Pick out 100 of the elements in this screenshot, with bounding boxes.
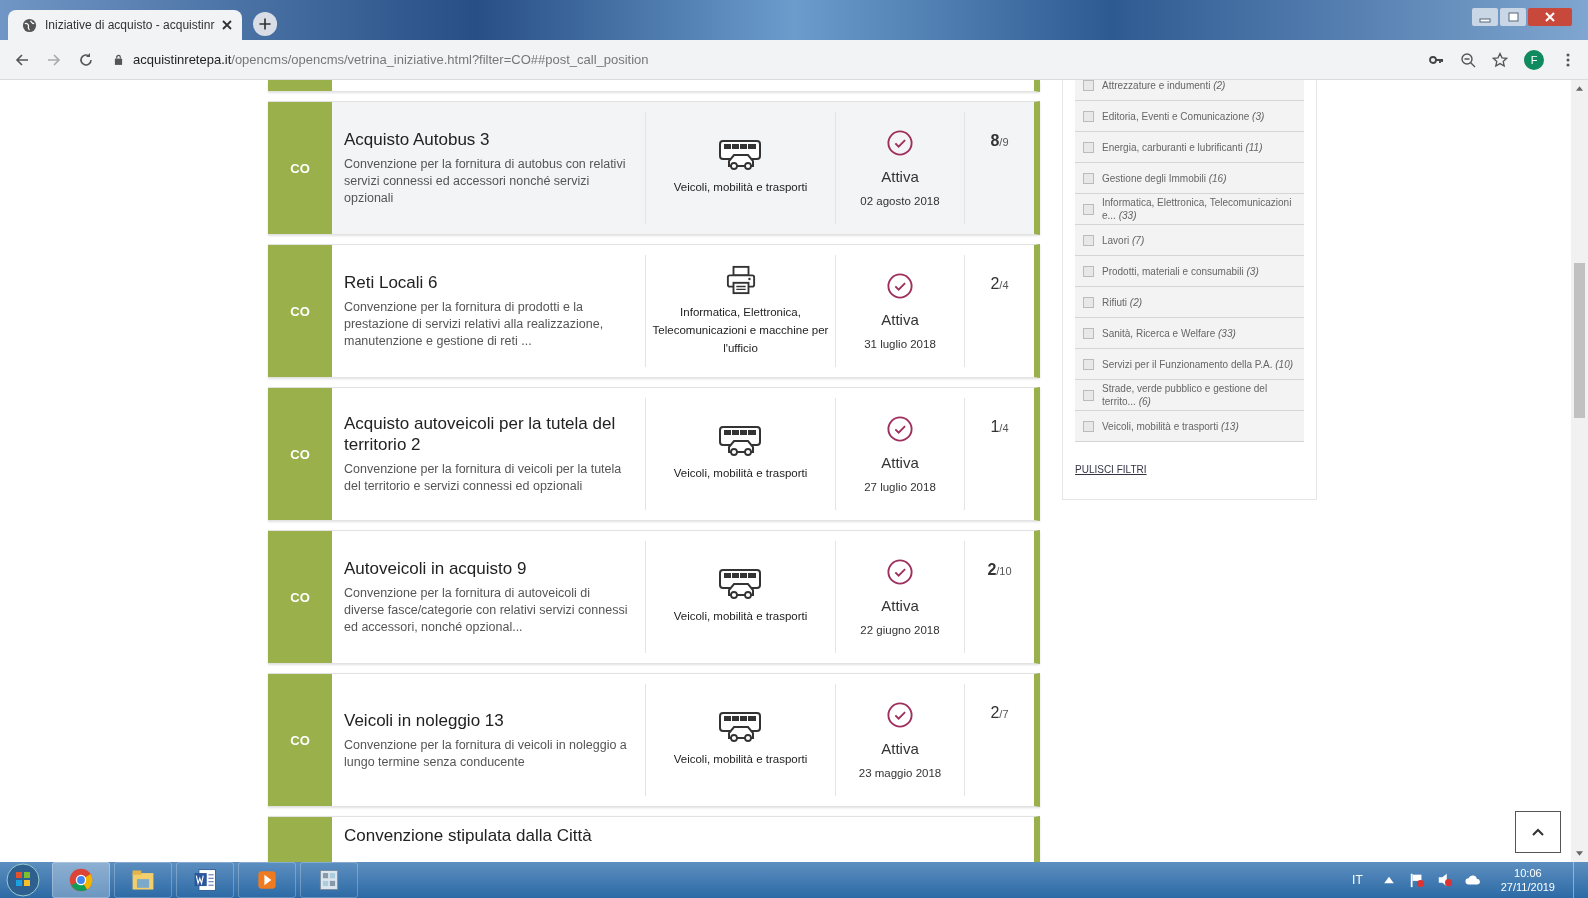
filter-label: Energia, carburanti e lubrificanti (11) <box>1102 140 1263 154</box>
initiative-card[interactable] <box>268 244 1040 378</box>
checkbox[interactable] <box>1083 172 1094 184</box>
bus-and-car-icon <box>718 712 763 742</box>
initiative-description: Convenzione per la fornitura di veicoli in noleggio a lungo termine senza conducente <box>344 736 628 771</box>
initiative-title[interactable]: Convenzione stipulata dalla Città <box>344 825 634 846</box>
round-app-icon <box>68 867 94 893</box>
filter-option[interactable]: Prodotti, materiali e consumabili (3) <box>1075 256 1304 287</box>
checkbox[interactable] <box>1083 110 1094 122</box>
bus-and-car-icon <box>718 569 763 599</box>
date-label: 02 agosto 2018 <box>860 194 940 207</box>
start-orb-icon[interactable] <box>6 863 40 897</box>
filter-option[interactable]: Energia, carburanti e lubrificanti (11) <box>1075 132 1304 163</box>
lot-count: 2/10 <box>987 561 1012 579</box>
time-label: 10:06 <box>1514 866 1542 880</box>
filter-option[interactable]: Lavori (7) <box>1075 225 1304 256</box>
folder-icon <box>130 867 156 893</box>
caret-up-icon <box>1532 828 1544 836</box>
checkbox[interactable] <box>1083 296 1094 308</box>
status-label: Attiva <box>881 453 919 471</box>
scroll-down-arrow-icon[interactable] <box>1576 851 1583 856</box>
profile-avatar[interactable]: F <box>1524 49 1544 70</box>
checkbox[interactable] <box>1083 141 1094 153</box>
filter-label: Editoria, Eventi e Comunicazione (3) <box>1102 109 1265 123</box>
url-text: acquistinretepa.it/opencms/opencms/vetrina_iniziative.html?filter=CO##post_call_position <box>133 52 649 67</box>
type-label: CO <box>268 102 332 234</box>
filter-option[interactable]: Servizi per il Funzionamento della P.A. (10) <box>1075 349 1304 380</box>
filter-label: Strade, verde pubblico e gestione del territo... (6) <box>1102 382 1269 408</box>
initiative-title[interactable]: Autoveicoli in acquisto 9 <box>344 558 633 579</box>
zoom-out-icon[interactable] <box>1460 51 1476 68</box>
status-label: Attiva <box>881 167 919 185</box>
date-label: 23 maggio 2018 <box>858 766 942 779</box>
restore-icon[interactable] <box>1500 8 1526 26</box>
filter-option[interactable]: Rifiuti (2) <box>1075 287 1304 318</box>
status-label: Attiva <box>881 596 919 614</box>
scrollbar[interactable] <box>1571 80 1588 862</box>
lot-count: 8/9 <box>990 132 1009 150</box>
forward-arrow-icon[interactable] <box>46 51 62 68</box>
initiative-description: Convenzione per la fornitura di veicoli per la tutela del territorio e servizi connessi ed opzionali <box>344 461 623 495</box>
clear-filters-link[interactable]: PULISCI FILTRI <box>1075 464 1147 475</box>
initiative-card[interactable]: CO Acquisto Autobus 3 Convenzione per la fornitura di autobus con relativi servizi connessi ed accessori nonché servizi opzionali Veicoli, mobilità e trasporti Attiva 02 agosto 2018 8/9 <box>268 101 1040 235</box>
new-tab-icon[interactable] <box>252 11 279 37</box>
category-label: Informatica, Elettronica, Telecomunicazioni e macchine per l'ufficio <box>652 305 829 356</box>
type-label: CO <box>268 245 332 377</box>
back-arrow-icon[interactable] <box>14 51 30 68</box>
lot-count: 2/7 <box>990 704 1009 722</box>
filter-option[interactable]: Attrezzature e indumenti (2) <box>1075 80 1304 101</box>
filter-option[interactable]: Sanità, Ricerca e Welfare (33) <box>1075 318 1304 349</box>
taskbar-app[interactable] <box>176 862 234 898</box>
checkbox[interactable] <box>1083 358 1094 370</box>
initiative-card[interactable] <box>268 530 1040 664</box>
taskbar-app[interactable] <box>238 862 296 898</box>
filter-label: Gestione degli Immobili (16) <box>1102 171 1227 185</box>
initiative-title[interactable]: Acquisto autoveicoli per la tutela del territorio 2 <box>344 413 633 455</box>
document-icon <box>192 867 218 893</box>
lock-icon <box>114 54 123 65</box>
type-label: CO <box>268 674 332 806</box>
initiative-title[interactable]: Reti Locali 6 <box>344 272 633 293</box>
checkbox[interactable] <box>1083 203 1094 215</box>
taskbar-app[interactable] <box>300 862 358 898</box>
filter-option[interactable]: Strade, verde pubblico e gestione del territo... (6) <box>1075 380 1304 411</box>
initiative-card[interactable]: CO Veicoli in noleggio 13 Convenzione per la fornitura di veicoli in noleggio a lungo termine senza conducente Veicoli, mobilità e trasporti Attiva 23 maggio 2018 2/7 <box>268 673 1040 807</box>
category-label: Veicoli, mobilità e trasporti <box>673 752 808 767</box>
speaker-icon[interactable] <box>1436 872 1453 888</box>
filter-label: Prodotti, materiali e consumabili (3) <box>1102 264 1259 278</box>
scrollbar-thumb[interactable] <box>1574 263 1585 418</box>
language-indicator[interactable]: IT <box>1352 873 1363 887</box>
checkbox[interactable] <box>1083 327 1094 339</box>
filter-option[interactable]: Informatica, Elettronica, Telecomunicazioni e... (33) <box>1075 194 1304 225</box>
browser-tab[interactable]: Iniziative di acquisto - acquistinr <box>8 10 243 40</box>
date-label: 22 giugno 2018 <box>860 623 940 636</box>
filter-label: Lavori (7) <box>1102 233 1145 247</box>
clock[interactable]: 10:06 27/11/2019 <box>1500 866 1555 894</box>
checkbox[interactable] <box>1083 80 1094 91</box>
close-icon[interactable] <box>222 20 233 30</box>
date-label: 27 luglio 2018 <box>864 480 936 493</box>
category-label: Veicoli, mobilità e trasporti <box>673 180 808 195</box>
initiative-description: Convenzione per la fornitura di prodotti e la prestazione di servizi relativi alla realizzazione, manutenzione e gestione di reti ... <box>344 299 605 350</box>
initiative-card[interactable]: Convenzione stipulata dalla Città <box>268 816 1040 862</box>
checkbox[interactable] <box>1083 420 1094 432</box>
initiative-card[interactable] <box>268 387 1040 521</box>
initiative-title[interactable]: Veicoli in noleggio 13 <box>344 709 633 731</box>
checkbox[interactable] <box>1083 234 1094 246</box>
filter-label: Servizi per il Funzionamento della P.A. (10) <box>1102 357 1294 371</box>
card-stripe <box>268 817 332 862</box>
filter-option[interactable]: Veicoli, mobilità e trasporti (13) <box>1075 411 1304 442</box>
reload-icon[interactable] <box>78 51 94 68</box>
taskbar-app[interactable] <box>114 862 172 898</box>
filter-label: Veicoli, mobilità e trasporti (13) <box>1102 419 1239 433</box>
scroll-up-arrow-icon[interactable] <box>1576 86 1583 91</box>
flag-icon[interactable] <box>1408 872 1425 888</box>
status-label: Attiva <box>881 310 919 328</box>
checkbox[interactable] <box>1083 389 1094 401</box>
filter-option[interactable]: Editoria, Eventi e Comunicazione (3) <box>1075 101 1304 132</box>
filter-option[interactable]: Gestione degli Immobili (16) <box>1075 163 1304 194</box>
globe-icon <box>22 17 37 33</box>
scroll-to-top-button[interactable] <box>1515 811 1561 853</box>
initiative-title[interactable]: Acquisto Autobus 3 <box>344 129 633 150</box>
checkbox[interactable] <box>1083 265 1094 277</box>
star-icon[interactable] <box>1492 51 1508 68</box>
